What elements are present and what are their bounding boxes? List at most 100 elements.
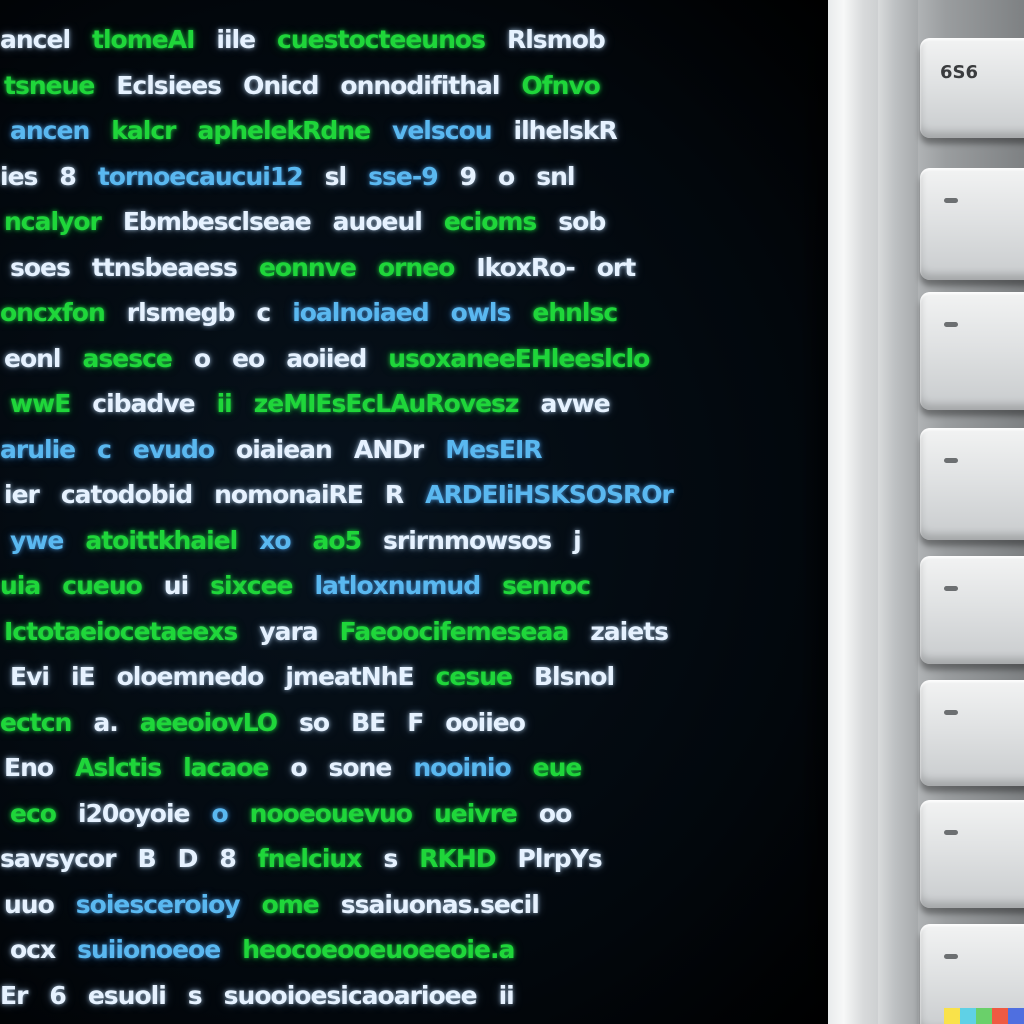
code-token: ywe [10, 525, 64, 555]
code-token: Eclsiees [116, 70, 222, 100]
code-line: eonl asesce o eo aoiied usoxaneeEHleeslclo [0, 341, 828, 377]
code-token: ectcn [0, 707, 72, 737]
code-line: soes ttnsbeaess eonnve orneo IkoxRo-ort [0, 250, 828, 286]
keyboard-key [920, 680, 1024, 786]
photo-scene: ancel tlomeAI iile cuestocteeunos Rlsmob tsne… [0, 0, 1024, 1024]
code-token: Faeoocifemeseaa [339, 616, 570, 646]
code-line: ywe atoittkhaiel xo ao5 srirnmowsos j [0, 523, 828, 559]
color-strip [944, 1008, 1024, 1024]
code-token: D [177, 844, 199, 873]
code-token: evudo [132, 434, 215, 464]
code-token: ies [0, 161, 38, 191]
code-token: ttnsbeaess [91, 252, 238, 282]
code-token: oloemnedo [116, 662, 265, 691]
code-token: F [407, 707, 424, 737]
code-token: B [137, 844, 157, 873]
color-strip-swatch [976, 1008, 992, 1024]
code-token: ioalnoiaed [292, 298, 429, 327]
code-token: ocx [10, 935, 56, 964]
color-strip-swatch [992, 1008, 1008, 1024]
code-token: oiaiean [236, 434, 333, 464]
code-line: uia cueuo ui sixcee latloxnumud senroc [0, 568, 828, 604]
code-token: aphelekRdne [197, 116, 371, 145]
key-glyph-icon [944, 954, 958, 959]
code-token: j [573, 525, 582, 555]
code-token: iE [70, 662, 96, 691]
code-token: i20oyoie [77, 798, 191, 828]
code-token: zeMIEsEcLAuRovesz [253, 389, 520, 418]
code-token: cuestocteeunos [277, 25, 486, 54]
monitor-screen: ancel tlomeAI iile cuestocteeunos Rlsmob tsne… [0, 0, 828, 1024]
code-token: eonl [4, 343, 61, 373]
key-glyph-icon [944, 458, 958, 463]
code-token: ehnlsc [532, 298, 618, 327]
code-token: arulie [0, 434, 76, 464]
code-token: xo [259, 525, 291, 555]
keyboard-keys: 6S6 [828, 0, 1024, 1024]
code-token: snl [536, 161, 575, 191]
code-token: c [97, 434, 112, 464]
code-token: soiesceroioy [75, 889, 241, 919]
code-line: ectcn a. aeeoiovLO so BE Fooiieo [0, 705, 828, 741]
code-token: atoittkhaiel [85, 525, 238, 555]
code-token: 8 [59, 161, 76, 191]
screen-edge-shadow [800, 0, 828, 1024]
code-token: sixcee [210, 571, 293, 600]
key-glyph-icon [944, 586, 958, 591]
code-token: o [290, 753, 307, 782]
code-token: nomonaiRE [214, 480, 364, 509]
code-token: ncalyor [4, 207, 102, 236]
keyboard-bezel [878, 0, 918, 1024]
code-token: Blsnol [533, 662, 615, 691]
code-token: ier [4, 480, 40, 509]
code-token: eo [232, 343, 265, 373]
code-token: PlrpYs [517, 844, 603, 873]
code-line: Ictotaeiocetaeexs yara Faeoocifemeseaa zaie… [0, 614, 828, 650]
code-token: ort [596, 252, 636, 282]
code-line: savsycor B D 8 fnelciux s RKHD PlrpYs [0, 841, 828, 877]
code-token: eco [10, 798, 57, 828]
code-token: ARDEIiHSKSOSROr [425, 480, 674, 509]
code-token: lacaoe [183, 753, 269, 782]
code-token: Aslctis [75, 753, 162, 782]
key-glyph-icon [944, 198, 958, 203]
code-token: auoeul [332, 207, 423, 236]
code-token: oo [538, 798, 572, 828]
code-token: oncxfon [0, 298, 106, 327]
code-token: cueuo [62, 571, 143, 600]
code-token: aoiied [286, 343, 367, 373]
keyboard-key [920, 292, 1024, 410]
code-token: suiionoeoe [77, 935, 221, 964]
code-token: asesce [82, 343, 173, 373]
code-token: ooiieo [445, 707, 526, 737]
code-token: ome [261, 889, 320, 919]
code-token: heocoeooeuoeeoie.a [242, 935, 515, 964]
code-token: yara [259, 616, 318, 646]
code-line: Eno Aslctis lacaoe o sone nooinio eue [0, 750, 828, 786]
code-line: oncxfon rlsmegb c ioalnoiaed owls ehnlsc [0, 295, 828, 331]
code-line: ocx suiionoeoe heocoeooeuoeeoie.a [0, 932, 828, 968]
code-token: avwe [540, 389, 610, 418]
code-line: ancel tlomeAI iile cuestocteeunos Rlsmob [0, 22, 828, 58]
code-token: IkoxRo- [476, 252, 575, 282]
code-line: eco i20oyoie o nooeouevuo ueivre oo [0, 796, 828, 832]
code-token: suooioesicaoarioee [223, 980, 478, 1010]
code-token: nooinio [413, 753, 511, 782]
code-token: eonnve [258, 252, 357, 282]
code-token: tornoecaucui12 [97, 161, 304, 191]
keyboard-key [920, 800, 1024, 908]
code-token: Onicd [243, 70, 319, 100]
keyboard-key [920, 428, 1024, 540]
keyboard-key [920, 168, 1024, 280]
code-token: R [384, 480, 404, 509]
code-token: srirnmowsos [382, 525, 552, 555]
code-token: usoxaneeEHleeslclo [388, 343, 650, 373]
code-token: latloxnumud [314, 571, 481, 600]
code-token: Rlsmob [506, 25, 606, 54]
keyboard-key [920, 556, 1024, 664]
code-token: fnelciux [257, 844, 363, 873]
code-token: 8 [219, 844, 236, 873]
code-token: o [211, 798, 228, 828]
code-token: o [193, 343, 211, 373]
code-token: Ofnvo [521, 70, 600, 100]
